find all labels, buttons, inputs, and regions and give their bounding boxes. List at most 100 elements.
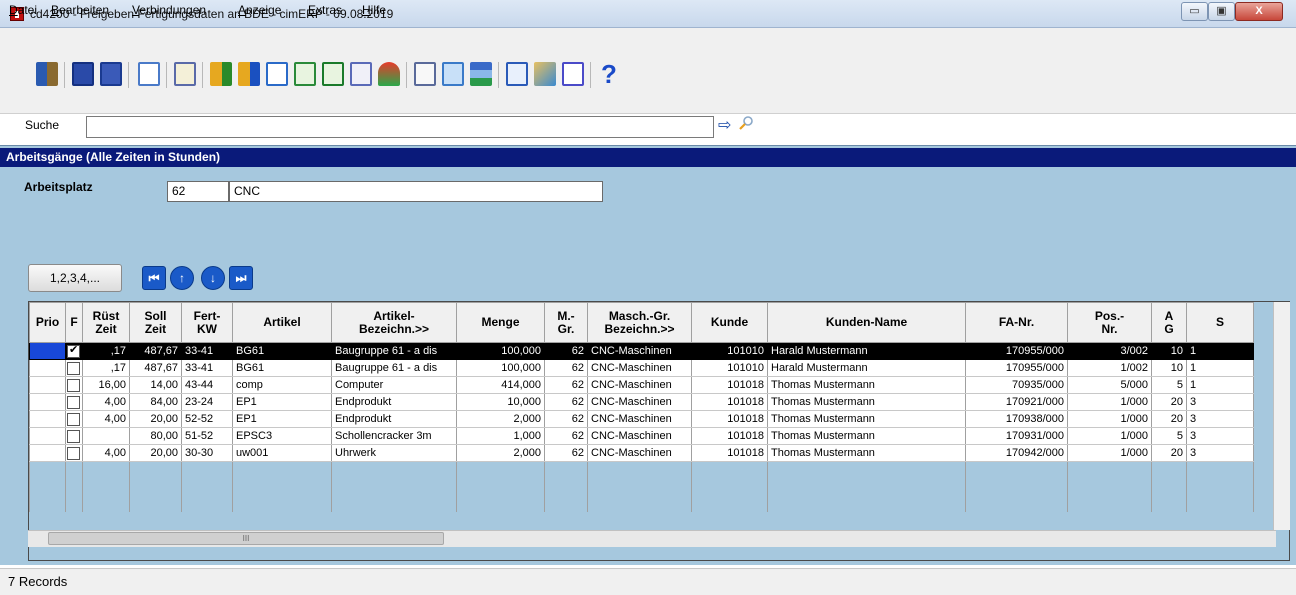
mgr-cell[interactable]: 62 [544, 393, 588, 411]
pos-cell[interactable]: 1/000 [1067, 427, 1152, 445]
save-icon[interactable] [98, 59, 124, 89]
release-checkbox[interactable] [67, 361, 80, 375]
kw-cell[interactable]: 33-41 [181, 342, 233, 360]
artikel-cell[interactable]: EPSC3 [232, 427, 332, 445]
menu-datei[interactable]: Datei [9, 3, 37, 17]
artikel-cell[interactable]: EP1 [232, 393, 332, 411]
pos-cell[interactable]: 3/002 [1067, 342, 1152, 360]
ruest-cell[interactable]: 4,00 [82, 444, 130, 462]
release-checkbox[interactable] [67, 378, 80, 392]
ag-cell[interactable]: 10 [1151, 342, 1187, 360]
column-header[interactable]: Kunde [691, 302, 768, 343]
kunde-cell[interactable]: 101018 [691, 376, 768, 394]
bez-cell[interactable]: Uhrwerk [331, 444, 457, 462]
soll-cell[interactable]: 487,67 [129, 359, 182, 377]
last-record-icon[interactable]: ⏭ [229, 266, 253, 290]
vertical-scrollbar[interactable] [1273, 302, 1290, 530]
kw-cell[interactable]: 51-52 [181, 427, 233, 445]
soll-cell[interactable]: 487,67 [129, 342, 182, 360]
name-cell[interactable]: Thomas Mustermann [767, 427, 966, 445]
menge-cell[interactable]: 1,000 [456, 427, 545, 445]
ruest-cell[interactable]: 16,00 [82, 376, 130, 394]
bez-cell[interactable]: Endprodukt [331, 410, 457, 428]
window-icon[interactable] [504, 59, 530, 89]
column-header[interactable]: Fert- KW [181, 302, 233, 343]
kunde-cell[interactable]: 101010 [691, 359, 768, 377]
fa-cell[interactable]: 170938/000 [965, 410, 1068, 428]
column-header[interactable]: Menge [456, 302, 545, 343]
sort-ascending-icon[interactable] [208, 59, 234, 89]
fa-cell[interactable]: 170942/000 [965, 444, 1068, 462]
menge-cell[interactable]: 2,000 [456, 444, 545, 462]
minimize-button[interactable]: ▭ [1181, 2, 1208, 21]
ag-cell[interactable]: 20 [1151, 393, 1187, 411]
bez-cell[interactable]: Baugruppe 61 - a dis [331, 342, 457, 360]
f-cell[interactable] [65, 376, 83, 394]
numbering-button[interactable]: 1,2,3,4,... [28, 264, 122, 292]
soll-cell[interactable]: 14,00 [129, 376, 182, 394]
pos-cell[interactable]: 1/000 [1067, 393, 1152, 411]
artikel-cell[interactable]: BG61 [232, 342, 332, 360]
masch-cell[interactable]: CNC-Maschinen [587, 444, 692, 462]
table-row[interactable]: 4,00 20,00 30-30 uw001 Uhrwerk 2,000 62 CNC-Mas… [29, 444, 1254, 462]
ruest-cell[interactable]: ,17 [82, 359, 130, 377]
kw-cell[interactable]: 43-44 [181, 376, 233, 394]
kw-cell[interactable]: 33-41 [181, 359, 233, 377]
table-row[interactable]: 80,00 51-52 EPSC3 Schollencracker 3m 1,000 62… [29, 427, 1254, 445]
table-row[interactable]: 4,00 20,00 52-52 EP1 Endprodukt 2,000 62 CNC-Ma… [29, 410, 1254, 428]
kw-cell[interactable]: 52-52 [181, 410, 233, 428]
prio-cell[interactable] [29, 359, 66, 377]
column-header[interactable]: Pos.- Nr. [1067, 302, 1152, 343]
menu-bearbeiten[interactable]: Bearbeiten [51, 3, 109, 17]
prio-cell[interactable] [29, 427, 66, 445]
release-checkbox[interactable] [67, 412, 80, 426]
name-cell[interactable]: Thomas Mustermann [767, 410, 966, 428]
s-cell[interactable]: 1 [1186, 342, 1254, 360]
ruest-cell[interactable]: 4,00 [82, 410, 130, 428]
horizontal-scroll-thumb[interactable]: III [48, 532, 444, 545]
column-header[interactable]: S [1186, 302, 1254, 343]
s-cell[interactable]: 3 [1186, 444, 1254, 462]
s-cell[interactable]: 1 [1186, 359, 1254, 377]
mgr-cell[interactable]: 62 [544, 359, 588, 377]
name-cell[interactable]: Harald Mustermann [767, 342, 966, 360]
f-cell[interactable] [65, 359, 83, 377]
fa-cell[interactable]: 170921/000 [965, 393, 1068, 411]
soll-cell[interactable]: 20,00 [129, 444, 182, 462]
release-checkbox[interactable] [67, 429, 80, 443]
mgr-cell[interactable]: 62 [544, 444, 588, 462]
s-cell[interactable]: 3 [1186, 410, 1254, 428]
menu-extras[interactable]: Extras [308, 3, 342, 17]
ag-cell[interactable]: 20 [1151, 410, 1187, 428]
menu-verbindungen[interactable]: Verbindungen [132, 3, 206, 17]
kunde-cell[interactable]: 101018 [691, 444, 768, 462]
ruest-cell[interactable]: 4,00 [82, 393, 130, 411]
select-all-icon[interactable] [440, 59, 466, 89]
prio-cell[interactable] [29, 444, 66, 462]
filter-icon[interactable] [376, 59, 402, 89]
column-header[interactable]: Soll Zeit [129, 302, 182, 343]
column-header[interactable]: F [65, 302, 83, 343]
search-icon[interactable] [738, 115, 754, 131]
name-cell[interactable]: Thomas Mustermann [767, 444, 966, 462]
menge-cell[interactable]: 10,000 [456, 393, 545, 411]
fa-cell[interactable]: 170955/000 [965, 359, 1068, 377]
ruest-cell[interactable]: ,17 [82, 342, 130, 360]
name-cell[interactable]: Thomas Mustermann [767, 376, 966, 394]
column-header[interactable]: M.- Gr. [544, 302, 588, 343]
table-row[interactable]: ,17487,6733-41BG61Baugruppe 61 - a dis10… [29, 342, 1254, 360]
masch-cell[interactable]: CNC-Maschinen [587, 393, 692, 411]
menge-cell[interactable]: 100,000 [456, 359, 545, 377]
prio-cell[interactable] [29, 342, 66, 360]
masch-cell[interactable]: CNC-Maschinen [587, 427, 692, 445]
kw-cell[interactable]: 23-24 [181, 393, 233, 411]
f-cell[interactable] [65, 342, 83, 360]
menge-cell[interactable]: 100,000 [456, 342, 545, 360]
column-header[interactable]: Artikel [232, 302, 332, 343]
pos-cell[interactable]: 1/000 [1067, 444, 1152, 462]
edit-icon[interactable] [412, 59, 438, 89]
ag-cell[interactable]: 10 [1151, 359, 1187, 377]
list-icon[interactable] [468, 59, 494, 89]
menu-hilfe[interactable]: Hilfe [362, 3, 386, 17]
f-cell[interactable] [65, 410, 83, 428]
